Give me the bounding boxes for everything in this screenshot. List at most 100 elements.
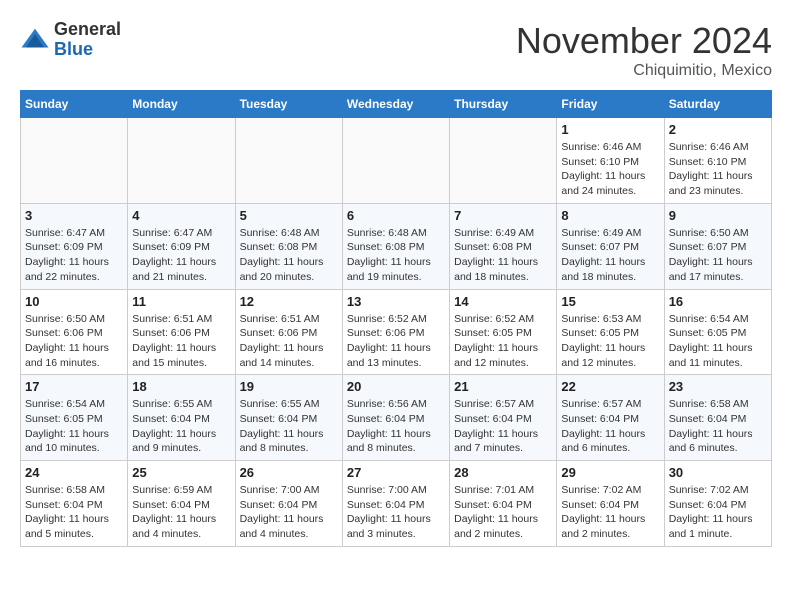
calendar-cell: 15 Sunrise: 6:53 AM Sunset: 6:05 PM Dayli…	[557, 289, 664, 375]
day-number: 1	[561, 122, 659, 137]
day-number: 21	[454, 379, 552, 394]
calendar-cell: 18Sunrise: 6:55 AM Sunset: 6:04 PM Dayli…	[128, 375, 235, 461]
calendar-week-5: 24Sunrise: 6:58 AM Sunset: 6:04 PM Dayli…	[21, 461, 772, 547]
calendar-cell: 11 Sunrise: 6:51 AM Sunset: 6:06 PM Dayli…	[128, 289, 235, 375]
weekday-header-friday: Friday	[557, 91, 664, 118]
header: General Blue November 2024 Chiquimitio, …	[20, 20, 772, 80]
day-number: 22	[561, 379, 659, 394]
calendar-cell	[21, 118, 128, 204]
calendar-cell: 29 Sunrise: 7:02 AM Sunset: 6:04 PM Dayli…	[557, 461, 664, 547]
calendar-cell: 10 Sunrise: 6:50 AM Sunset: 6:06 PM Dayli…	[21, 289, 128, 375]
calendar-cell: 13 Sunrise: 6:52 AM Sunset: 6:06 PM Dayli…	[342, 289, 449, 375]
day-number: 13	[347, 294, 445, 309]
calendar-cell: 14 Sunrise: 6:52 AM Sunset: 6:05 PM Dayli…	[450, 289, 557, 375]
day-info: Sunrise: 7:02 AM Sunset: 6:04 PM Dayligh…	[561, 483, 659, 542]
calendar-week-4: 17Sunrise: 6:54 AM Sunset: 6:05 PM Dayli…	[21, 375, 772, 461]
calendar-week-3: 10 Sunrise: 6:50 AM Sunset: 6:06 PM Dayli…	[21, 289, 772, 375]
calendar: SundayMondayTuesdayWednesdayThursdayFrid…	[20, 90, 772, 547]
day-info: Sunrise: 6:56 AM Sunset: 6:04 PM Dayligh…	[347, 397, 445, 456]
calendar-cell: 5 Sunrise: 6:48 AM Sunset: 6:08 PM Daylig…	[235, 203, 342, 289]
day-number: 5	[240, 208, 338, 223]
weekday-header-wednesday: Wednesday	[342, 91, 449, 118]
day-number: 19	[240, 379, 338, 394]
calendar-cell: 26 Sunrise: 7:00 AM Sunset: 6:04 PM Dayli…	[235, 461, 342, 547]
day-number: 8	[561, 208, 659, 223]
month-title: November 2024	[516, 20, 772, 62]
day-number: 3	[25, 208, 123, 223]
calendar-cell: 20 Sunrise: 6:56 AM Sunset: 6:04 PM Dayli…	[342, 375, 449, 461]
day-number: 16	[669, 294, 767, 309]
day-info: Sunrise: 7:02 AM Sunset: 6:04 PM Dayligh…	[669, 483, 767, 542]
calendar-cell: 8Sunrise: 6:49 AM Sunset: 6:07 PM Daylig…	[557, 203, 664, 289]
day-number: 20	[347, 379, 445, 394]
calendar-cell: 21 Sunrise: 6:57 AM Sunset: 6:04 PM Dayli…	[450, 375, 557, 461]
calendar-cell	[235, 118, 342, 204]
day-info: Sunrise: 6:46 AM Sunset: 6:10 PM Dayligh…	[669, 140, 767, 199]
calendar-cell: 27 Sunrise: 7:00 AM Sunset: 6:04 PM Dayli…	[342, 461, 449, 547]
day-number: 30	[669, 465, 767, 480]
day-info: Sunrise: 6:53 AM Sunset: 6:05 PM Dayligh…	[561, 312, 659, 371]
day-number: 29	[561, 465, 659, 480]
calendar-cell: 28 Sunrise: 7:01 AM Sunset: 6:04 PM Dayli…	[450, 461, 557, 547]
weekday-header-row: SundayMondayTuesdayWednesdayThursdayFrid…	[21, 91, 772, 118]
calendar-cell: 6Sunrise: 6:48 AM Sunset: 6:08 PM Daylig…	[342, 203, 449, 289]
location-subtitle: Chiquimitio, Mexico	[516, 62, 772, 80]
day-number: 7	[454, 208, 552, 223]
day-info: Sunrise: 6:50 AM Sunset: 6:07 PM Dayligh…	[669, 226, 767, 285]
day-number: 12	[240, 294, 338, 309]
day-info: Sunrise: 7:01 AM Sunset: 6:04 PM Dayligh…	[454, 483, 552, 542]
day-number: 27	[347, 465, 445, 480]
day-number: 24	[25, 465, 123, 480]
day-info: Sunrise: 6:59 AM Sunset: 6:04 PM Dayligh…	[132, 483, 230, 542]
day-info: Sunrise: 6:54 AM Sunset: 6:05 PM Dayligh…	[669, 312, 767, 371]
calendar-cell: 22 Sunrise: 6:57 AM Sunset: 6:04 PM Dayli…	[557, 375, 664, 461]
day-number: 6	[347, 208, 445, 223]
calendar-cell: 25Sunrise: 6:59 AM Sunset: 6:04 PM Dayli…	[128, 461, 235, 547]
weekday-header-saturday: Saturday	[664, 91, 771, 118]
calendar-cell: 23 Sunrise: 6:58 AM Sunset: 6:04 PM Dayli…	[664, 375, 771, 461]
day-info: Sunrise: 6:57 AM Sunset: 6:04 PM Dayligh…	[561, 397, 659, 456]
day-info: Sunrise: 6:57 AM Sunset: 6:04 PM Dayligh…	[454, 397, 552, 456]
calendar-cell: 7Sunrise: 6:49 AM Sunset: 6:08 PM Daylig…	[450, 203, 557, 289]
weekday-header-monday: Monday	[128, 91, 235, 118]
day-info: Sunrise: 6:52 AM Sunset: 6:05 PM Dayligh…	[454, 312, 552, 371]
day-info: Sunrise: 6:47 AM Sunset: 6:09 PM Dayligh…	[132, 226, 230, 285]
day-info: Sunrise: 6:51 AM Sunset: 6:06 PM Dayligh…	[132, 312, 230, 371]
day-info: Sunrise: 6:51 AM Sunset: 6:06 PM Dayligh…	[240, 312, 338, 371]
day-number: 14	[454, 294, 552, 309]
calendar-week-1: 1 Sunrise: 6:46 AM Sunset: 6:10 PM Daylig…	[21, 118, 772, 204]
day-number: 4	[132, 208, 230, 223]
calendar-cell: 17Sunrise: 6:54 AM Sunset: 6:05 PM Dayli…	[21, 375, 128, 461]
day-number: 9	[669, 208, 767, 223]
calendar-body: 1 Sunrise: 6:46 AM Sunset: 6:10 PM Daylig…	[21, 118, 772, 547]
day-info: Sunrise: 6:46 AM Sunset: 6:10 PM Dayligh…	[561, 140, 659, 199]
calendar-week-2: 3 Sunrise: 6:47 AM Sunset: 6:09 PM Daylig…	[21, 203, 772, 289]
day-info: Sunrise: 7:00 AM Sunset: 6:04 PM Dayligh…	[240, 483, 338, 542]
day-info: Sunrise: 7:00 AM Sunset: 6:04 PM Dayligh…	[347, 483, 445, 542]
calendar-cell: 12 Sunrise: 6:51 AM Sunset: 6:06 PM Dayli…	[235, 289, 342, 375]
day-info: Sunrise: 6:58 AM Sunset: 6:04 PM Dayligh…	[669, 397, 767, 456]
calendar-header: SundayMondayTuesdayWednesdayThursdayFrid…	[21, 91, 772, 118]
day-number: 23	[669, 379, 767, 394]
logo-text: General Blue	[54, 20, 121, 60]
day-info: Sunrise: 6:54 AM Sunset: 6:05 PM Dayligh…	[25, 397, 123, 456]
day-info: Sunrise: 6:52 AM Sunset: 6:06 PM Dayligh…	[347, 312, 445, 371]
calendar-cell: 24Sunrise: 6:58 AM Sunset: 6:04 PM Dayli…	[21, 461, 128, 547]
day-number: 26	[240, 465, 338, 480]
calendar-cell: 16 Sunrise: 6:54 AM Sunset: 6:05 PM Dayli…	[664, 289, 771, 375]
calendar-cell: 9 Sunrise: 6:50 AM Sunset: 6:07 PM Daylig…	[664, 203, 771, 289]
day-number: 15	[561, 294, 659, 309]
logo: General Blue	[20, 20, 121, 60]
day-number: 11	[132, 294, 230, 309]
day-info: Sunrise: 6:55 AM Sunset: 6:04 PM Dayligh…	[132, 397, 230, 456]
day-number: 28	[454, 465, 552, 480]
day-info: Sunrise: 6:50 AM Sunset: 6:06 PM Dayligh…	[25, 312, 123, 371]
day-number: 10	[25, 294, 123, 309]
calendar-cell: 3Sunrise: 6:47 AM Sunset: 6:09 PM Daylig…	[21, 203, 128, 289]
calendar-cell: 30 Sunrise: 7:02 AM Sunset: 6:04 PM Dayli…	[664, 461, 771, 547]
calendar-cell: 19Sunrise: 6:55 AM Sunset: 6:04 PM Dayli…	[235, 375, 342, 461]
weekday-header-thursday: Thursday	[450, 91, 557, 118]
day-info: Sunrise: 6:48 AM Sunset: 6:08 PM Dayligh…	[240, 226, 338, 285]
calendar-cell: 4 Sunrise: 6:47 AM Sunset: 6:09 PM Daylig…	[128, 203, 235, 289]
weekday-header-sunday: Sunday	[21, 91, 128, 118]
